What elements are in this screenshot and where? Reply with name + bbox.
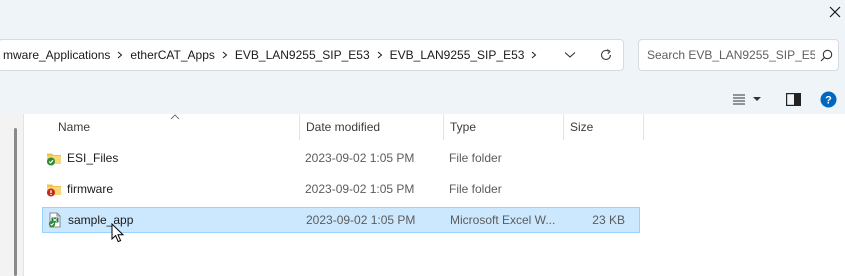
preview-pane-button[interactable] [783, 88, 803, 110]
file-date: 2023-09-02 1:05 PM [305, 151, 415, 165]
recent-locations-button[interactable] [557, 40, 583, 70]
mouse-pointer-icon [111, 223, 125, 243]
breadcrumb-item[interactable]: mware_Applications [1, 48, 112, 62]
search-input[interactable] [639, 40, 815, 70]
column-divider[interactable] [563, 114, 564, 140]
breadcrumb-item[interactable]: EVB_LAN9255_SIP_E53 [233, 48, 372, 62]
navigation-bar: mware_Applications etherCAT_Apps EVB_LAN… [0, 28, 845, 84]
help-icon: ? [820, 91, 836, 107]
file-date: 2023-09-02 1:05 PM [306, 213, 416, 227]
column-header-type[interactable]: Type [450, 114, 562, 140]
address-bar[interactable]: mware_Applications etherCAT_Apps EVB_LAN… [0, 39, 624, 71]
file-date: 2023-09-02 1:05 PM [305, 182, 415, 196]
excel-file-icon [47, 212, 63, 228]
column-divider[interactable] [443, 114, 444, 140]
folder-sync-ok-icon [46, 150, 62, 166]
caret-down-icon [753, 97, 761, 101]
title-bar [0, 0, 845, 28]
file-size: 23 KB [592, 213, 625, 227]
help-button[interactable]: ? [818, 88, 838, 110]
close-icon [829, 6, 841, 18]
column-header-date-label: Date modified [306, 120, 381, 134]
svg-text:?: ? [825, 94, 832, 106]
file-type: File folder [449, 151, 502, 165]
column-header-name-label: Name [58, 120, 91, 134]
chevron-right-icon[interactable] [112, 51, 128, 59]
file-type: File folder [449, 182, 502, 196]
view-layout-button[interactable] [728, 88, 766, 110]
file-row[interactable]: firmware 2023-09-02 1:05 PM File folder [42, 176, 640, 202]
folder-sync-error-icon [46, 181, 62, 197]
refresh-button[interactable] [593, 40, 619, 70]
list-view-icon [733, 94, 745, 105]
file-type: Microsoft Excel W... [450, 213, 556, 227]
file-list: Name Date modified Type Size ESI_Files 2… [24, 114, 845, 276]
column-divider[interactable] [299, 114, 300, 140]
column-header-size[interactable]: Size [570, 114, 640, 140]
chevron-right-icon[interactable] [217, 51, 233, 59]
breadcrumb-item[interactable]: etherCAT_Apps [128, 48, 217, 62]
chevron-down-icon [564, 52, 576, 58]
column-divider[interactable] [643, 114, 644, 140]
chevron-right-icon[interactable] [372, 51, 388, 59]
breadcrumb-item[interactable]: EVB_LAN9255_SIP_E53 [388, 48, 527, 62]
column-header-type-label: Type [450, 120, 477, 134]
file-row[interactable]: ESI_Files 2023-09-02 1:05 PM File folder [42, 145, 640, 171]
file-name: ESI_Files [67, 151, 119, 165]
close-button[interactable] [825, 0, 845, 24]
refresh-icon [600, 49, 612, 61]
command-bar: ? [0, 84, 845, 114]
file-row-selected[interactable]: sample_app 2023-09-02 1:05 PM Microsoft … [42, 207, 640, 233]
navigation-scrollbar[interactable] [14, 128, 17, 276]
navigation-pane [0, 114, 24, 276]
column-header-date[interactable]: Date modified [306, 114, 442, 140]
column-header-name[interactable]: Name [58, 114, 298, 140]
search-icon[interactable] [815, 40, 837, 70]
search-box[interactable] [638, 39, 839, 71]
preview-pane-icon [785, 92, 801, 106]
column-header-size-label: Size [570, 120, 594, 134]
chevron-right-icon[interactable] [526, 51, 542, 59]
breadcrumb: mware_Applications etherCAT_Apps EVB_LAN… [0, 40, 542, 70]
file-name: firmware [67, 182, 114, 196]
